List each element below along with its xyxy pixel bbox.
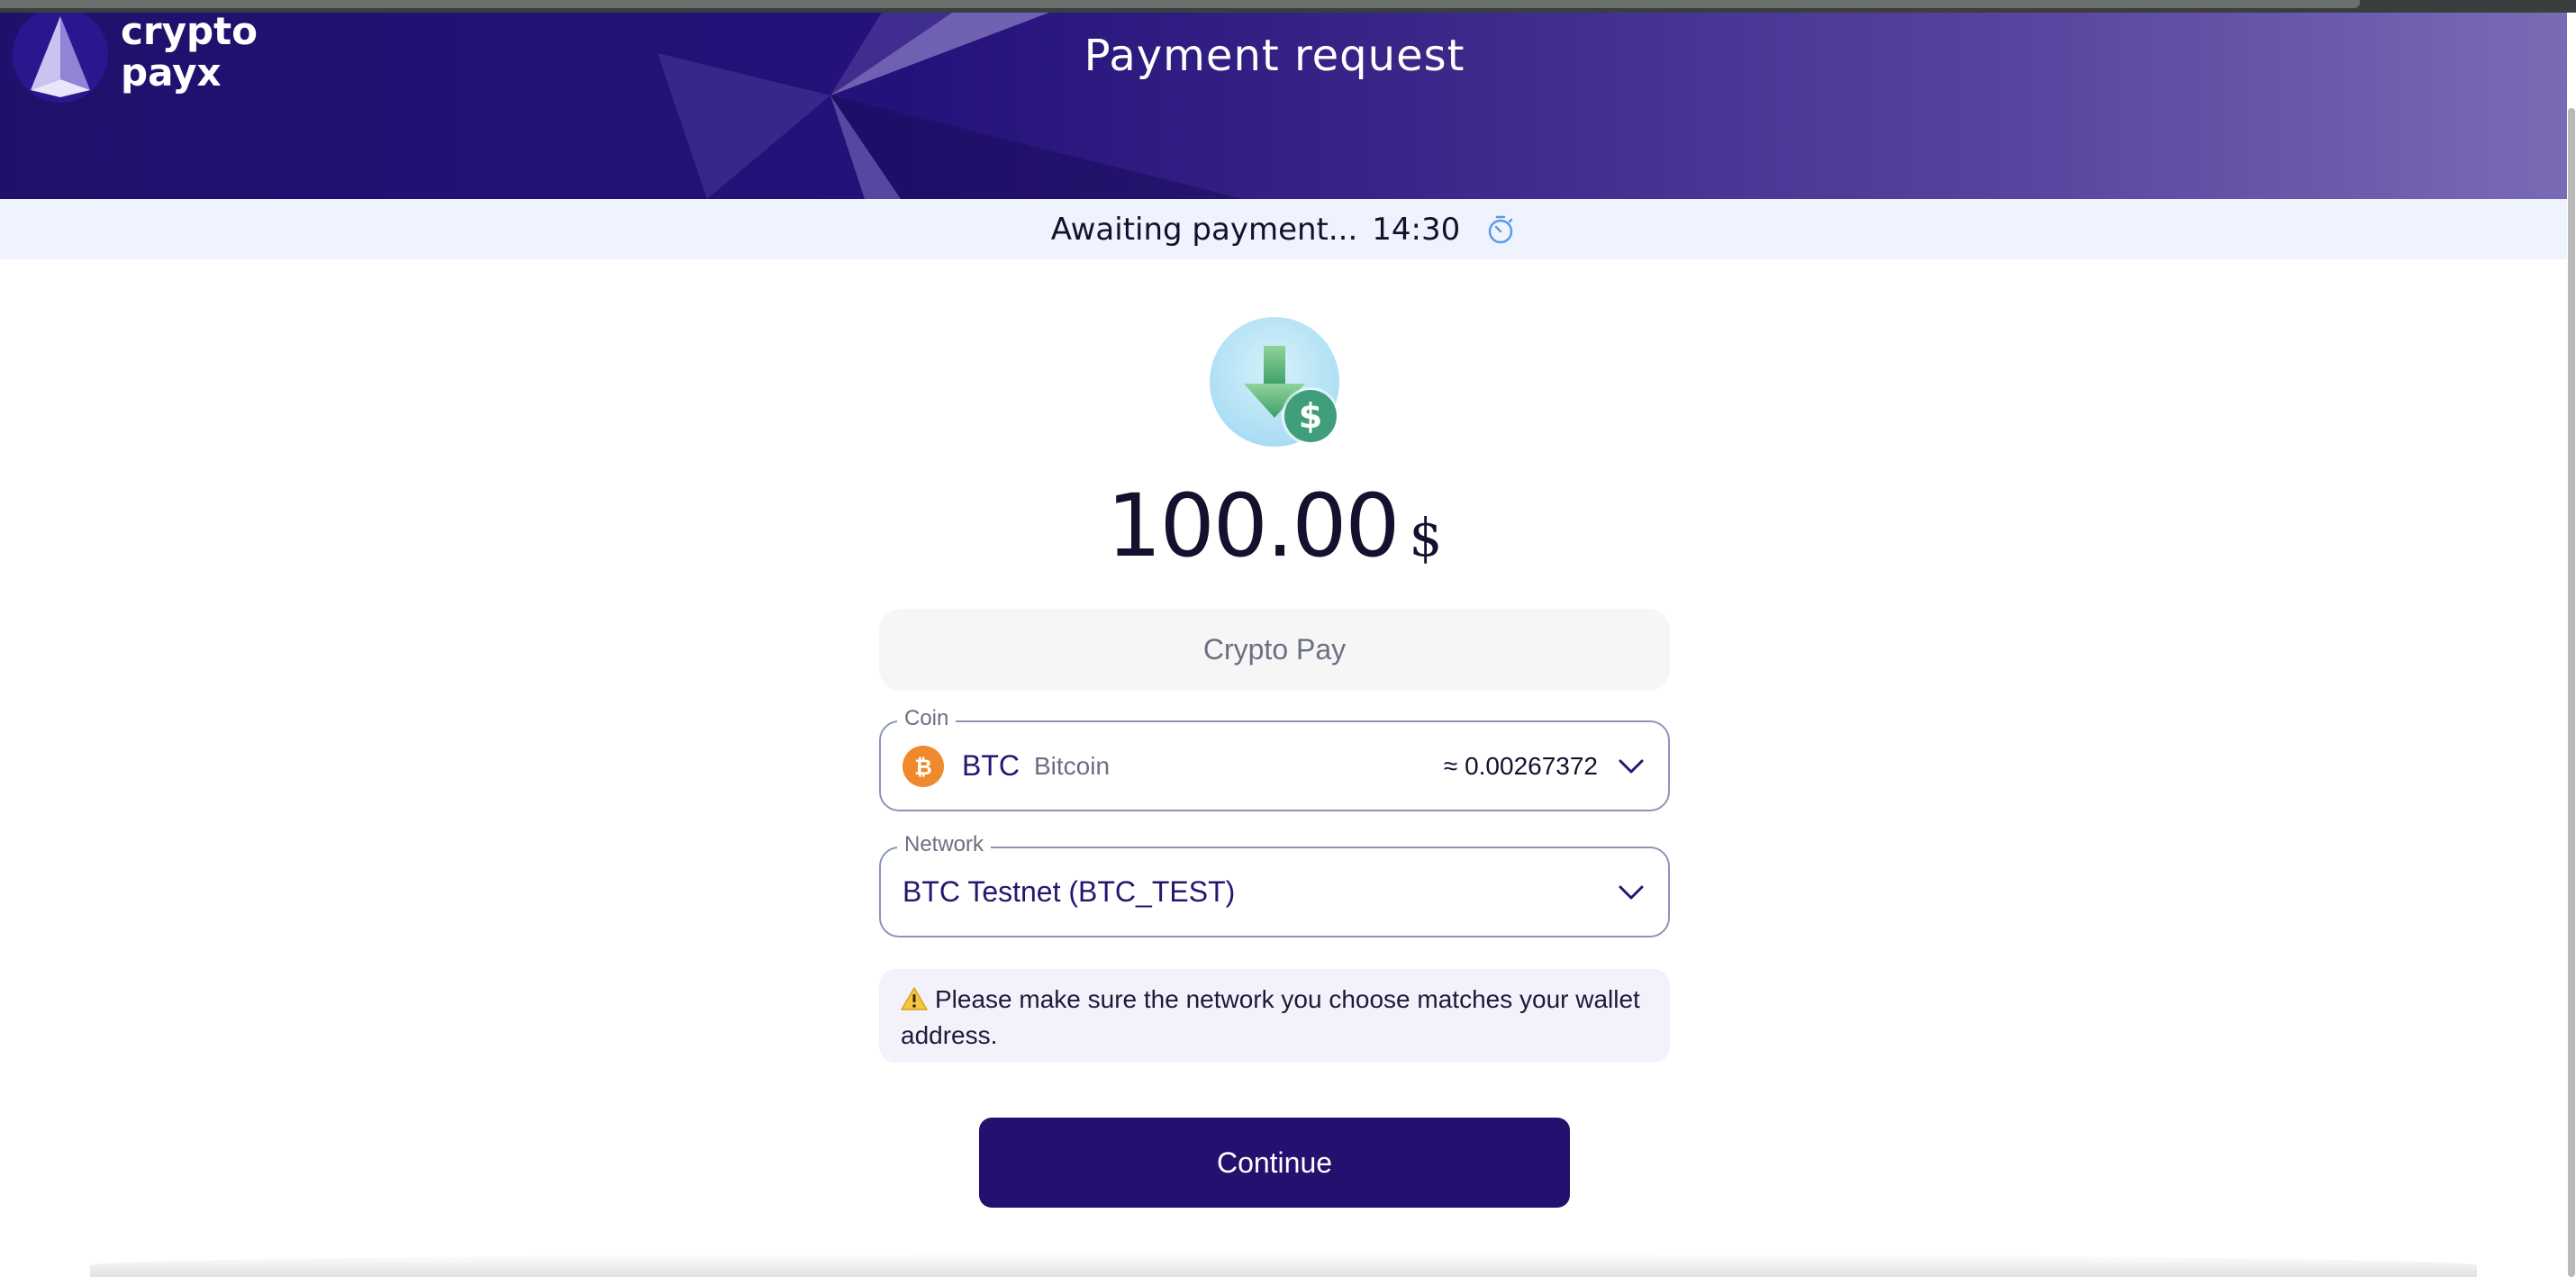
payment-method-box: Crypto Pay	[879, 609, 1670, 691]
continue-button[interactable]: Continue	[979, 1118, 1570, 1208]
warning-icon	[901, 987, 928, 1010]
coin-approx-amount: ≈ 0.00267372	[1443, 751, 1598, 780]
bitcoin-icon: ₿	[903, 745, 944, 787]
network-select[interactable]: Network BTC Testnet (BTC_TEST)	[879, 832, 1670, 937]
browser-tab-bar	[0, 0, 2360, 8]
coin-symbol: BTC	[962, 749, 1020, 782]
chevron-down-icon[interactable]	[1618, 883, 1645, 901]
page-title: Payment request	[1084, 31, 1465, 81]
network-select-label: Network	[897, 832, 992, 857]
chevron-down-icon[interactable]	[1618, 757, 1645, 775]
coin-select-label: Coin	[897, 706, 957, 731]
svg-text:₿: ₿	[914, 755, 932, 780]
page-header: crypto payx Payment request	[0, 13, 2567, 199]
coin-select[interactable]: Coin ₿ BTC Bitcoin ≈ 0.00267372	[879, 706, 1670, 811]
coin-name: Bitcoin	[1034, 751, 1111, 780]
continue-button-label: Continue	[1216, 1146, 1333, 1179]
scrollbar-thumb[interactable]	[2568, 108, 2575, 1277]
amount-value: 100.00	[1106, 475, 1401, 576]
receive-money-icon: $	[1210, 317, 1339, 447]
network-warning: Please make sure the network you choose …	[879, 969, 1670, 1063]
countdown-timer: 14:30	[1372, 211, 1461, 248]
payment-amount: 100.00 $	[0, 475, 2549, 576]
amount-currency: $	[1409, 507, 1443, 568]
payment-status-bar: Awaiting payment... 14:30	[0, 199, 2567, 259]
payment-method-label: Crypto Pay	[1202, 633, 1347, 666]
status-text: Awaiting payment...	[1050, 211, 1358, 248]
bottom-card-shadow	[90, 1254, 2477, 1277]
browser-top-strip	[0, 0, 2576, 13]
network-value: BTC Testnet (BTC_TEST)	[903, 875, 1236, 908]
stopwatch-icon	[1489, 215, 1513, 243]
svg-text:$: $	[1299, 396, 1322, 436]
warning-text: Please make sure the network you choose …	[901, 985, 1640, 1049]
